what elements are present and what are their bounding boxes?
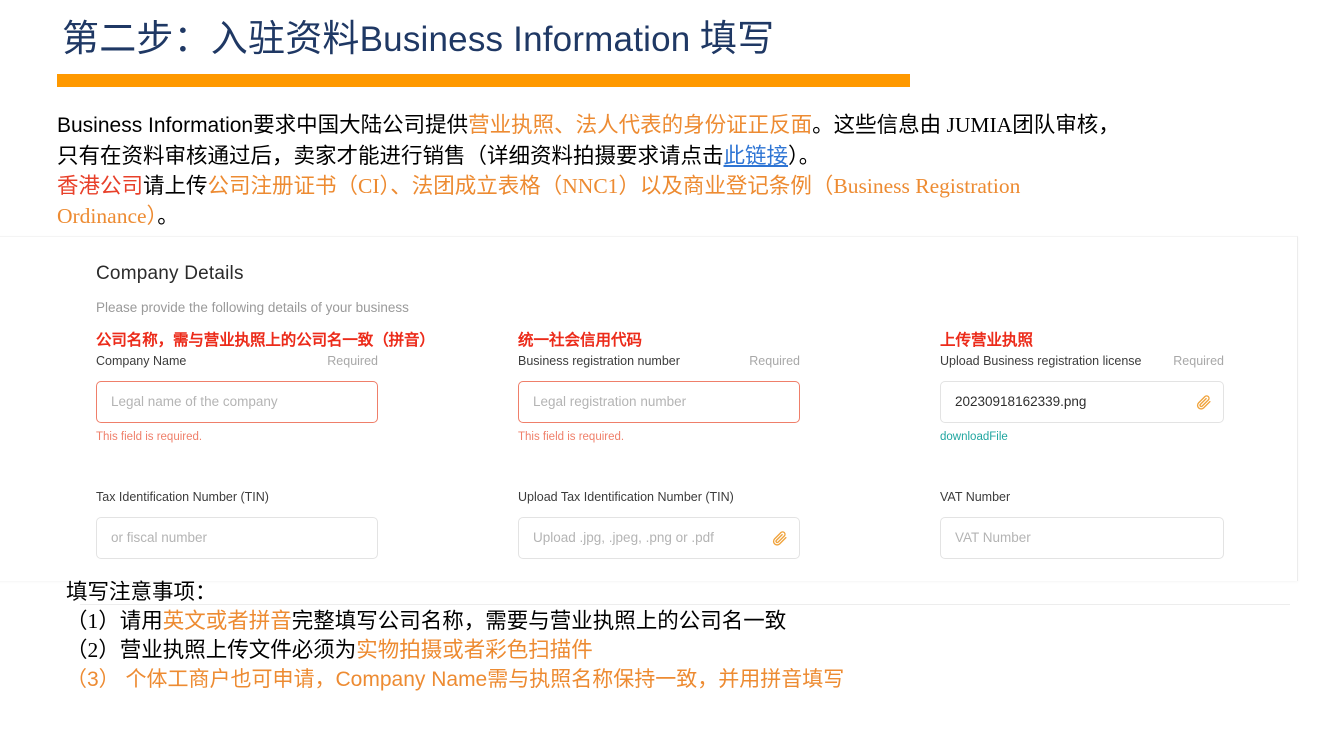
vat-number-placeholder: VAT Number xyxy=(955,530,1031,545)
notes-item-1-c: 完整填写公司名称，需要与营业执照上的公司名一致 xyxy=(291,609,787,633)
tin-label: Tax Identification Number (TIN) xyxy=(96,490,269,504)
field-group-upload-tin: Upload Tax Identification Number (TIN) U… xyxy=(518,489,800,559)
page-title-cn-prefix: 第二步：入驻资料 xyxy=(62,19,360,60)
paperclip-icon[interactable] xyxy=(1195,394,1212,411)
detail-requirements-link[interactable]: 此链接 xyxy=(724,144,789,168)
company-details-card: Company Details Please provide the follo… xyxy=(0,236,1298,581)
business-registration-number-label: Business registration number xyxy=(518,354,680,368)
tin-label-row: Tax Identification Number (TIN) xyxy=(96,489,378,506)
company-name-cn-label: 公司名称，需与营业执照上的公司名一致（拼音） xyxy=(96,332,435,349)
upload-business-license-label: Upload Business registration license xyxy=(940,354,1142,368)
company-name-input[interactable]: Legal name of the company xyxy=(96,381,378,423)
company-name-label-row: Company Name Required xyxy=(96,353,378,370)
card-title: Company Details xyxy=(96,263,244,284)
business-registration-number-required-flag: Required xyxy=(749,354,800,368)
page-title-cn-suffix: 填写 xyxy=(690,19,775,60)
field-group-tin: Tax Identification Number (TIN) or fisca… xyxy=(96,489,378,559)
title-accent-bar xyxy=(57,74,910,87)
intro-line-1-cn: 要求中国大陆公司提供 xyxy=(253,113,469,137)
form-grid: 公司名称，需与营业执照上的公司名一致（拼音） Company Name Requ… xyxy=(96,331,1261,559)
upload-business-license-cn-label: 上传营业执照 xyxy=(940,332,1034,349)
business-registration-number-cn-label: 统一社会信用代码 xyxy=(518,332,643,349)
field-group-upload-business-license: 上传营业执照 Upload Business registration lice… xyxy=(940,331,1224,445)
upload-tin-label-row: Upload Tax Identification Number (TIN) xyxy=(518,489,800,506)
company-name-label: Company Name xyxy=(96,354,187,368)
notes-item-2-a: （2）营业执照上传文件必须为 xyxy=(66,638,357,662)
intro-line-4: Ordinance）。 xyxy=(57,201,1307,231)
upload-business-license-label-row: Upload Business registration license Req… xyxy=(940,353,1224,370)
tin-input[interactable]: or fiscal number xyxy=(96,517,378,559)
intro-line-3-text: 请上传 xyxy=(143,174,208,198)
intro-line-1-highlight: 营业执照、法人代表的身份证正反面 xyxy=(468,113,813,137)
field-group-company-name: 公司名称，需与营业执照上的公司名一致（拼音） Company Name Requ… xyxy=(96,331,435,445)
intro-line-2-tail: ）。 xyxy=(788,144,821,168)
notes-item-1: （1）请用英文或者拼音完整填写公司名称，需要与营业执照上的公司名一致 xyxy=(66,607,1296,636)
notes-item-2: （2）营业执照上传文件必须为实物拍摄或者彩色扫描件 xyxy=(66,636,1296,665)
company-name-required-flag: Required xyxy=(327,354,378,368)
download-file-link[interactable]: downloadFile xyxy=(940,430,1224,445)
tin-placeholder: or fiscal number xyxy=(111,530,208,545)
notes-item-2-highlight: 实物拍摄或者彩色扫描件 xyxy=(356,638,593,662)
intro-line-1: Business Information要求中国大陆公司提供营业执照、法人代表的… xyxy=(57,110,1307,141)
notes-item-1-a: （1）请用 xyxy=(66,609,163,633)
field-group-vat-number: VAT Number VAT Number xyxy=(940,489,1224,559)
upload-business-license-required-flag: Required xyxy=(1173,354,1224,368)
upload-tin-input[interactable]: Upload .jpg, .jpeg, .png or .pdf xyxy=(518,517,800,559)
upload-business-license-input[interactable]: 20230918162339.png xyxy=(940,381,1224,423)
upload-tin-placeholder: Upload .jpg, .jpeg, .png or .pdf xyxy=(533,530,714,545)
intro-line-1-tail: 。这些信息由 JUMIA团队审核， xyxy=(812,113,1120,137)
intro-line-3: 香港公司请上传公司注册证书（CI）、法团成立表格（NNC1）以及商业登记条例（B… xyxy=(57,171,1307,201)
company-name-placeholder: Legal name of the company xyxy=(111,394,278,409)
intro-hk-docs: 公司注册证书（CI）、法团成立表格（NNC1）以及商业登记条例（Business… xyxy=(207,174,1021,198)
card-subtitle: Please provide the following details of … xyxy=(96,300,409,315)
intro-line-4-latin: Ordinance） xyxy=(57,204,158,228)
intro-line-2: 只有在资料审核通过后，卖家才能进行销售（详细资料拍摄要求请点击此链接）。 xyxy=(57,141,1307,171)
upload-tin-label: Upload Tax Identification Number (TIN) xyxy=(518,490,734,504)
notes-item-1-highlight: 英文或者拼音 xyxy=(162,609,292,633)
page-title-latin: Business Information xyxy=(359,20,691,59)
business-registration-number-error: This field is required. xyxy=(518,431,625,443)
vat-number-label-row: VAT Number xyxy=(940,489,1224,506)
intro-line-2-text: 只有在资料审核通过后，卖家才能进行销售（详细资料拍摄要求请点击 xyxy=(57,144,724,168)
form-row-1: 公司名称，需与营业执照上的公司名一致（拼音） Company Name Requ… xyxy=(96,331,1261,451)
notes-item-3: （3） 个体工商户也可申请，Company Name需与执照名称保持一致，并用拼… xyxy=(66,668,845,691)
business-registration-number-placeholder: Legal registration number xyxy=(533,394,687,409)
notes-heading: 填写注意事项： xyxy=(66,580,217,604)
field-group-business-registration-number: 统一社会信用代码 Business registration number Re… xyxy=(518,331,800,445)
paperclip-icon[interactable] xyxy=(771,530,788,547)
upload-business-license-filename: 20230918162339.png xyxy=(955,394,1087,409)
intro-hk-label: 香港公司 xyxy=(57,174,144,198)
intro-paragraph: Business Information要求中国大陆公司提供营业执照、法人代表的… xyxy=(57,110,1307,231)
business-registration-number-label-row: Business registration number Required xyxy=(518,353,800,370)
notes-block: 填写注意事项： （1）请用英文或者拼音完整填写公司名称，需要与营业执照上的公司名… xyxy=(66,578,1296,694)
intro-line-1-latin: Business Information xyxy=(57,114,254,137)
vat-number-input[interactable]: VAT Number xyxy=(940,517,1224,559)
company-name-error: This field is required. xyxy=(96,431,203,443)
vat-number-label: VAT Number xyxy=(940,490,1011,504)
intro-line-4-tail: 。 xyxy=(157,204,179,228)
business-registration-number-input[interactable]: Legal registration number xyxy=(518,381,800,423)
page-title: 第二步：入驻资料Business Information 填写 xyxy=(62,16,774,64)
card-header: Company Details Please provide the follo… xyxy=(96,261,409,317)
